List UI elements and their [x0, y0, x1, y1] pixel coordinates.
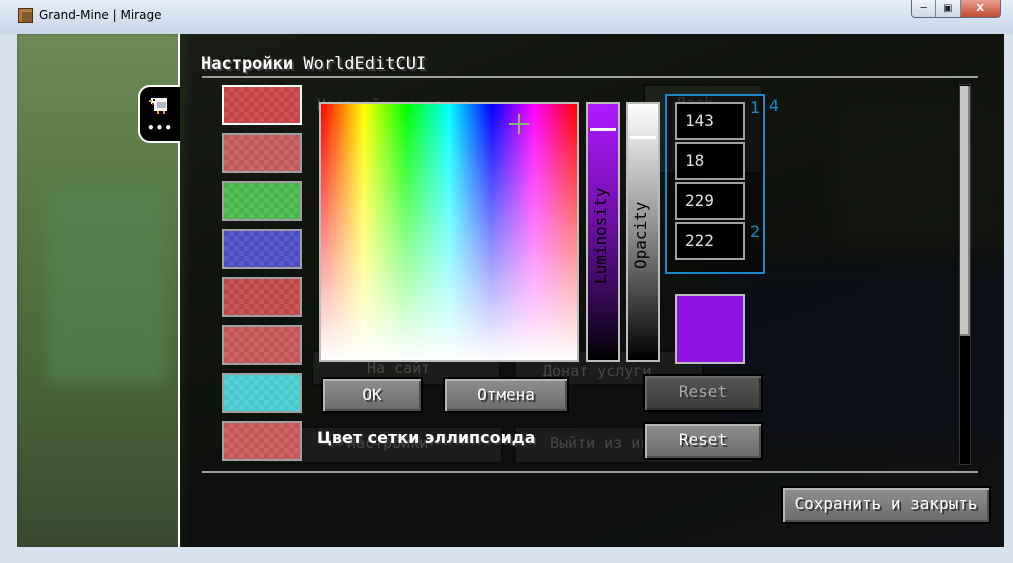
divider — [202, 471, 978, 473]
luminosity-slider-handle[interactable] — [590, 128, 616, 131]
opacity-slider-handle[interactable] — [630, 136, 656, 139]
red-value-field[interactable]: 143 — [675, 102, 745, 140]
setting-label: Цвет сетки эллипсоида — [317, 428, 536, 447]
color-swatch[interactable] — [222, 277, 302, 317]
ok-button[interactable]: OK — [321, 377, 423, 413]
luminosity-label: Luminosity — [591, 187, 610, 284]
cancel-button[interactable]: Отмена — [443, 377, 569, 413]
close-button[interactable]: X — [960, 0, 1000, 17]
minimize-button[interactable]: ─ — [912, 0, 937, 17]
page-title: Настройки WorldEditCUI — [201, 54, 426, 74]
side-tab[interactable]: ••• — [138, 85, 180, 143]
page-title-bold: Настройки — [201, 54, 294, 74]
annotation-number: 4 — [769, 96, 780, 115]
color-swatch[interactable] — [222, 133, 302, 173]
alpha-value-field[interactable]: 222 — [675, 222, 745, 260]
page-title-rest: WorldEditCUI — [293, 54, 427, 74]
opacity-label: Opacity — [631, 201, 650, 269]
color-swatch[interactable] — [222, 85, 302, 125]
luminosity-slider[interactable]: Luminosity — [586, 102, 620, 362]
annotation-number: 1 — [750, 98, 761, 117]
window-title: Grand-Mine | Mirage — [39, 8, 162, 22]
background-blur — [47, 184, 167, 384]
reset-button[interactable]: Reset — [643, 422, 763, 460]
window-controls: ─ ▣ X — [911, 0, 1001, 18]
picker-crosshair-icon[interactable] — [509, 114, 529, 134]
annotation-number: 2 — [750, 222, 761, 241]
window-titlebar: Grand-Mine | Mirage ─ ▣ X — [0, 0, 1013, 34]
save-and-close-button[interactable]: Сохранить и закрыть — [781, 486, 991, 524]
game-viewport: ••• Настройки сервера На сайт Донат услу… — [17, 34, 1004, 547]
opacity-slider[interactable]: Opacity — [626, 102, 660, 362]
color-swatch[interactable] — [222, 373, 302, 413]
reset-button[interactable]: Reset — [643, 374, 763, 412]
restore-button[interactable]: ▣ — [936, 0, 961, 17]
color-swatch[interactable] — [222, 229, 302, 269]
green-value-field[interactable]: 18 — [675, 142, 745, 180]
minecraft-block-icon — [18, 8, 33, 23]
hue-saturation-picker[interactable] — [319, 102, 579, 362]
color-swatch[interactable] — [222, 181, 302, 221]
color-swatch[interactable] — [222, 421, 302, 461]
blue-value-field[interactable]: 229 — [675, 182, 745, 220]
color-swatch[interactable] — [222, 325, 302, 365]
color-preview — [675, 294, 745, 364]
scrollbar-thumb[interactable] — [960, 86, 970, 336]
more-icon: ••• — [146, 121, 173, 135]
divider — [202, 76, 978, 78]
chicken-icon — [149, 98, 167, 114]
